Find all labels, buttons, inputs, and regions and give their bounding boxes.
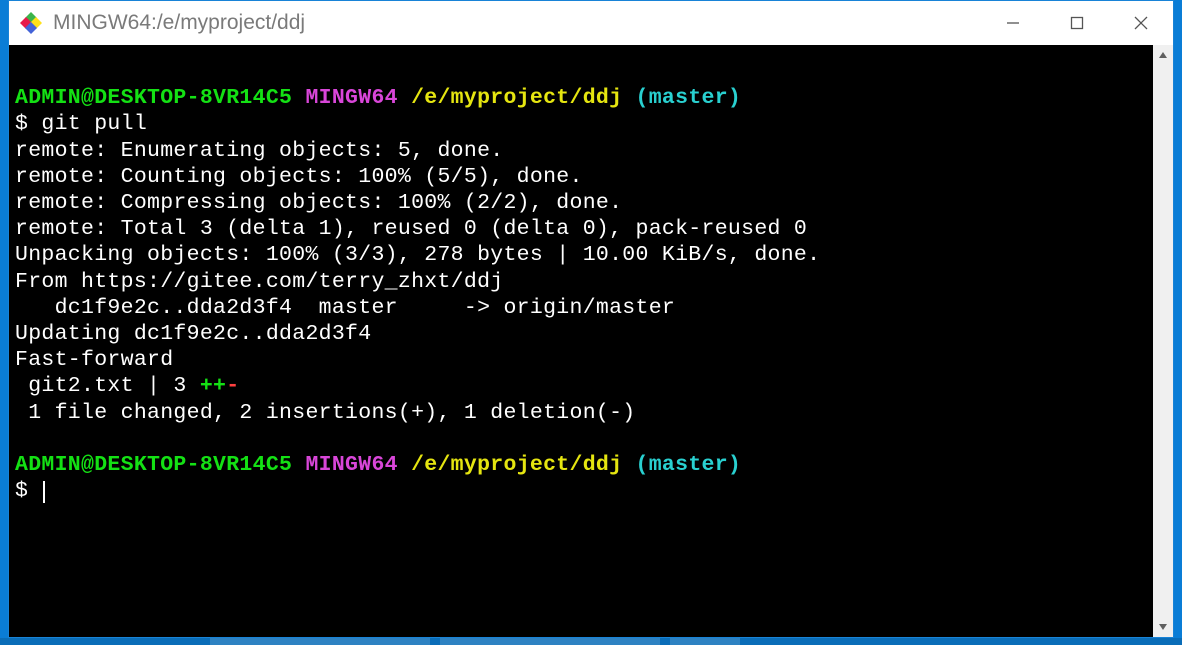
prompt-branch: (master) [636,453,742,477]
terminal-area: ADMIN@DESKTOP-8VR14C5 MINGW64 /e/myproje… [9,45,1173,637]
terminal-window: MINGW64:/e/myproject/ddj ADMIN@DESKTOP-8… [8,0,1174,638]
diffstat-plus: ++ [200,374,226,398]
prompt-user-host: ADMIN@DESKTOP-8VR14C5 [15,86,292,110]
prompt-path: /e/myproject/ddj [411,86,622,110]
output-line: remote: Total 3 (delta 1), reused 0 (del… [15,217,807,241]
output-line: remote: Enumerating objects: 5, done. [15,139,503,163]
scroll-down-icon[interactable] [1153,617,1173,637]
terminal-output[interactable]: ADMIN@DESKTOP-8VR14C5 MINGW64 /e/myproje… [9,45,1153,637]
prompt-shell: MINGW64 [305,86,397,110]
vertical-scrollbar[interactable] [1153,45,1173,637]
scroll-up-icon[interactable] [1153,45,1173,65]
close-button[interactable] [1109,1,1173,45]
cursor-icon [43,481,45,503]
diffstat-file: git2.txt | 3 [15,374,200,398]
command-line: $ [15,479,41,503]
window-controls [981,1,1173,45]
taskbar-segment [440,638,660,645]
output-line: dc1f9e2c..dda2d3f4 master -> origin/mast… [15,296,675,320]
taskbar-segment [210,638,430,645]
prompt-user-host: ADMIN@DESKTOP-8VR14C5 [15,453,292,477]
blank-line [15,60,28,84]
prompt-shell: MINGW64 [305,453,397,477]
minimize-button[interactable] [981,1,1045,45]
prompt-path: /e/myproject/ddj [411,453,622,477]
maximize-button[interactable] [1045,1,1109,45]
taskbar [0,638,1182,645]
output-line: Updating dc1f9e2c..dda2d3f4 [15,322,371,346]
output-line: From https://gitee.com/terry_zhxt/ddj [15,270,503,294]
output-line: Fast-forward [15,348,173,372]
window-title: MINGW64:/e/myproject/ddj [53,11,981,35]
titlebar[interactable]: MINGW64:/e/myproject/ddj [9,1,1173,45]
output-line: remote: Compressing objects: 100% (2/2),… [15,191,622,215]
prompt-branch: (master) [636,86,742,110]
diffstat-minus: - [226,374,239,398]
taskbar-segment [670,638,740,645]
output-line: remote: Counting objects: 100% (5/5), do… [15,165,583,189]
command-line: $ git pull [15,112,147,136]
mingw-icon [19,11,43,35]
output-line: 1 file changed, 2 insertions(+), 1 delet… [15,401,636,425]
output-line: Unpacking objects: 100% (3/3), 278 bytes… [15,243,820,267]
